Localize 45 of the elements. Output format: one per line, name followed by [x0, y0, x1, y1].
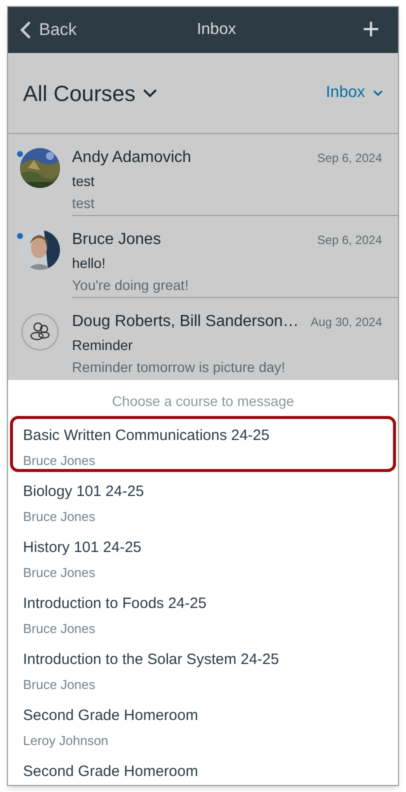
teacher-name: Bruce Jones: [23, 620, 96, 638]
course-name: Second Grade Homeroom: [23, 706, 200, 726]
sender-name: Andy Adamovich: [72, 148, 192, 168]
teacher-name: Bruce Jones: [23, 452, 96, 470]
course-option[interactable]: History 101 24-25 Bruce Jones: [10, 528, 396, 584]
teacher-name: Bruce Jones: [23, 564, 96, 582]
message-date: Sep 6, 2024: [317, 232, 382, 249]
message-row[interactable]: Doug Roberts, Bill Sanderson… Aug 30, 2024 Reminder Reminder tomorrow is picture day!: [8, 298, 398, 380]
course-option[interactable]: Second Grade Homeroom Leroy Johnson: [10, 696, 396, 752]
message-preview: Reminder tomorrow is picture day!: [72, 358, 286, 377]
screen-title: Inbox: [196, 20, 236, 40]
message-subject: hello!: [72, 254, 106, 273]
message-preview: You're doing great!: [72, 276, 190, 295]
compose-button[interactable]: +: [356, 15, 386, 45]
course-option[interactable]: Introduction to Foods 24-25 Bruce Jones: [10, 584, 396, 640]
back-button[interactable]: Back: [20, 17, 77, 43]
course-option[interactable]: Second Grade Homeroom: [10, 752, 396, 785]
message-date: Aug 30, 2024: [310, 314, 382, 331]
message-subject: test: [72, 172, 96, 191]
sender-name: Doug Roberts, Bill Sanderson…: [72, 312, 300, 332]
course-name: Second Grade Homeroom: [23, 762, 200, 782]
chevron-left-icon: [20, 21, 31, 39]
message-subject: Reminder: [72, 336, 134, 355]
message-row[interactable]: Bruce Jones Sep 6, 2024 hello! You're doing great!: [8, 216, 398, 298]
course-option[interactable]: Introduction to the Solar System 24-25 Bruce Jones: [10, 640, 396, 696]
chevron-down-icon: [143, 88, 158, 98]
teacher-name: Leroy Johnson: [23, 732, 110, 750]
course-name: Basic Written Communications 24-25: [23, 426, 270, 446]
group-avatar-icon: [20, 312, 60, 352]
course-option[interactable]: Biology 101 24-25 Bruce Jones: [10, 472, 396, 528]
mailbox-filter-dropdown[interactable]: Inbox: [326, 81, 383, 105]
message-preview: test: [72, 194, 96, 213]
chevron-down-icon: [373, 90, 383, 96]
course-name: History 101 24-25: [23, 538, 142, 558]
picker-caption: Choose a course to message: [112, 392, 294, 411]
teacher-name: Bruce Jones: [23, 508, 96, 526]
message-date: Sep 6, 2024: [317, 150, 382, 167]
course-filter-dropdown[interactable]: All Courses: [23, 76, 158, 110]
message-row[interactable]: Andy Adamovich Sep 6, 2024 test test: [8, 134, 398, 216]
teacher-name: Bruce Jones: [23, 676, 96, 694]
sender-name: Bruce Jones: [72, 230, 162, 250]
course-name: Biology 101 24-25: [23, 482, 145, 502]
course-name: Introduction to Foods 24-25: [23, 594, 208, 614]
course-option[interactable]: Basic Written Communications 24-25 Bruce Jones: [10, 416, 396, 472]
course-name: Introduction to the Solar System 24-25: [23, 650, 280, 670]
